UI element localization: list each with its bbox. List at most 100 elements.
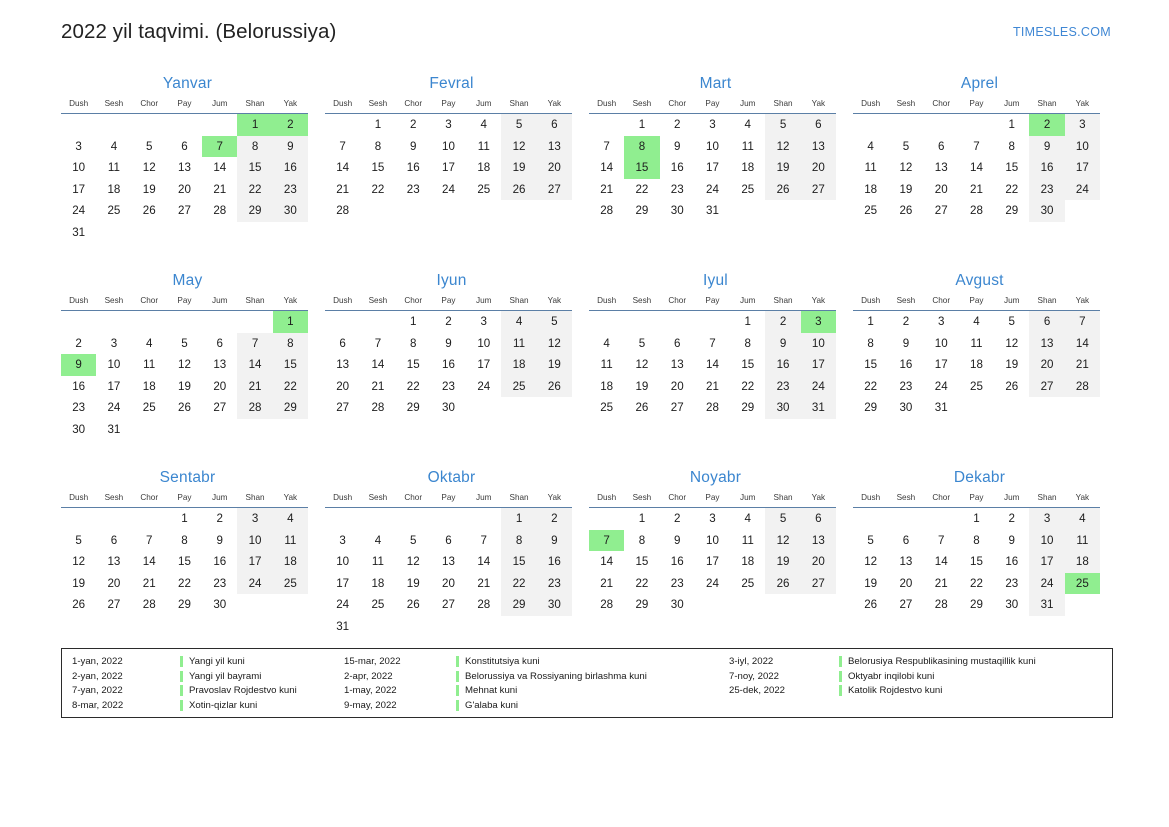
day-cell-yanvar-14[interactable]: 14 — [202, 157, 237, 179]
day-cell-fevral-24[interactable]: 24 — [431, 179, 466, 201]
day-cell-fevral-7[interactable]: 7 — [325, 136, 360, 158]
day-cell-oktabr-31[interactable]: 31 — [325, 616, 360, 638]
day-cell-avgust-28[interactable]: 28 — [1064, 375, 1100, 397]
day-cell-mart-13[interactable]: 13 — [800, 135, 836, 157]
day-cell-aprel-7[interactable]: 7 — [959, 136, 994, 158]
day-cell-may-31[interactable]: 31 — [96, 419, 131, 441]
day-cell-aprel-1[interactable]: 1 — [994, 114, 1029, 136]
day-cell-iyul-9[interactable]: 9 — [765, 332, 801, 354]
day-cell-noyabr-12[interactable]: 12 — [765, 529, 801, 551]
day-cell-mart-1[interactable]: 1 — [624, 114, 659, 136]
day-cell-iyul-22[interactable]: 22 — [730, 376, 765, 398]
day-cell-oktabr-3[interactable]: 3 — [325, 530, 360, 552]
day-cell-noyabr-29[interactable]: 29 — [624, 594, 659, 616]
day-cell-dekabr-5[interactable]: 5 — [853, 530, 888, 552]
day-cell-iyul-8[interactable]: 8 — [730, 333, 765, 355]
day-cell-oktabr-30[interactable]: 30 — [536, 594, 572, 616]
day-cell-yanvar-30[interactable]: 30 — [272, 200, 308, 222]
day-cell-mart-26[interactable]: 26 — [765, 178, 801, 200]
day-cell-mart-19[interactable]: 19 — [765, 157, 801, 179]
day-cell-may-1[interactable]: 1 — [272, 310, 308, 333]
day-cell-avgust-11[interactable]: 11 — [959, 333, 994, 355]
day-cell-noyabr-4[interactable]: 4 — [730, 508, 765, 530]
day-cell-dekabr-12[interactable]: 12 — [853, 551, 888, 573]
day-cell-sentabr-30[interactable]: 30 — [202, 594, 237, 616]
day-cell-dekabr-1[interactable]: 1 — [959, 508, 994, 530]
day-cell-iyun-19[interactable]: 19 — [536, 354, 572, 376]
day-cell-iyul-7[interactable]: 7 — [695, 333, 730, 355]
day-cell-yanvar-11[interactable]: 11 — [96, 157, 131, 179]
day-cell-iyul-29[interactable]: 29 — [730, 397, 765, 419]
day-cell-dekabr-21[interactable]: 21 — [924, 573, 959, 595]
day-cell-avgust-20[interactable]: 20 — [1029, 354, 1065, 376]
day-cell-oktabr-28[interactable]: 28 — [466, 594, 501, 616]
day-cell-noyabr-3[interactable]: 3 — [695, 508, 730, 530]
day-cell-may-21[interactable]: 21 — [237, 375, 273, 397]
day-cell-mart-8[interactable]: 8 — [624, 135, 660, 157]
day-cell-iyul-30[interactable]: 30 — [765, 397, 801, 419]
day-cell-mart-2[interactable]: 2 — [660, 114, 695, 136]
day-cell-mart-10[interactable]: 10 — [695, 136, 730, 158]
day-cell-iyun-11[interactable]: 11 — [501, 332, 537, 354]
day-cell-avgust-22[interactable]: 22 — [853, 376, 888, 398]
day-cell-may-20[interactable]: 20 — [202, 376, 237, 398]
day-cell-fevral-12[interactable]: 12 — [501, 135, 537, 157]
day-cell-sentabr-29[interactable]: 29 — [167, 594, 202, 616]
day-cell-oktabr-4[interactable]: 4 — [360, 530, 395, 552]
day-cell-aprel-29[interactable]: 29 — [994, 200, 1029, 222]
day-cell-mart-18[interactable]: 18 — [730, 157, 765, 179]
day-cell-sentabr-20[interactable]: 20 — [96, 573, 131, 595]
day-cell-avgust-31[interactable]: 31 — [924, 397, 959, 419]
day-cell-iyun-27[interactable]: 27 — [325, 397, 360, 419]
day-cell-mart-29[interactable]: 29 — [624, 200, 659, 222]
day-cell-fevral-26[interactable]: 26 — [501, 178, 537, 200]
day-cell-iyul-19[interactable]: 19 — [624, 376, 659, 398]
day-cell-sentabr-9[interactable]: 9 — [202, 530, 237, 552]
day-cell-yanvar-17[interactable]: 17 — [61, 179, 96, 201]
day-cell-oktabr-18[interactable]: 18 — [360, 573, 395, 595]
day-cell-avgust-1[interactable]: 1 — [853, 311, 888, 333]
day-cell-noyabr-27[interactable]: 27 — [800, 572, 836, 594]
day-cell-yanvar-20[interactable]: 20 — [167, 179, 202, 201]
day-cell-may-4[interactable]: 4 — [132, 333, 167, 355]
day-cell-fevral-16[interactable]: 16 — [396, 157, 431, 179]
day-cell-yanvar-3[interactable]: 3 — [61, 136, 96, 158]
day-cell-sentabr-12[interactable]: 12 — [61, 551, 96, 573]
day-cell-iyul-2[interactable]: 2 — [765, 310, 801, 333]
day-cell-avgust-27[interactable]: 27 — [1029, 375, 1065, 397]
day-cell-avgust-3[interactable]: 3 — [924, 311, 959, 333]
day-cell-avgust-29[interactable]: 29 — [853, 397, 888, 419]
day-cell-avgust-15[interactable]: 15 — [853, 354, 888, 376]
day-cell-dekabr-17[interactable]: 17 — [1029, 551, 1065, 573]
day-cell-avgust-16[interactable]: 16 — [888, 354, 923, 376]
day-cell-fevral-23[interactable]: 23 — [396, 179, 431, 201]
day-cell-iyun-2[interactable]: 2 — [431, 311, 466, 333]
day-cell-aprel-25[interactable]: 25 — [853, 200, 888, 222]
day-cell-iyul-10[interactable]: 10 — [800, 332, 836, 354]
day-cell-iyun-23[interactable]: 23 — [431, 376, 466, 398]
day-cell-oktabr-1[interactable]: 1 — [501, 507, 537, 530]
day-cell-aprel-11[interactable]: 11 — [853, 157, 888, 179]
day-cell-iyul-4[interactable]: 4 — [589, 333, 624, 355]
day-cell-dekabr-11[interactable]: 11 — [1064, 529, 1100, 551]
day-cell-sentabr-14[interactable]: 14 — [132, 551, 167, 573]
day-cell-iyul-18[interactable]: 18 — [589, 376, 624, 398]
day-cell-sentabr-3[interactable]: 3 — [237, 507, 273, 530]
day-cell-iyun-21[interactable]: 21 — [360, 376, 395, 398]
day-cell-dekabr-13[interactable]: 13 — [888, 551, 923, 573]
day-cell-noyabr-2[interactable]: 2 — [660, 508, 695, 530]
day-cell-mart-17[interactable]: 17 — [695, 157, 730, 179]
day-cell-fevral-11[interactable]: 11 — [466, 136, 501, 158]
day-cell-avgust-4[interactable]: 4 — [959, 311, 994, 333]
day-cell-yanvar-6[interactable]: 6 — [167, 136, 202, 158]
day-cell-sentabr-26[interactable]: 26 — [61, 594, 96, 616]
day-cell-iyun-26[interactable]: 26 — [536, 375, 572, 397]
day-cell-iyun-6[interactable]: 6 — [325, 333, 360, 355]
day-cell-iyul-25[interactable]: 25 — [589, 397, 624, 419]
day-cell-aprel-24[interactable]: 24 — [1064, 178, 1100, 200]
day-cell-yanvar-26[interactable]: 26 — [132, 200, 167, 222]
day-cell-fevral-18[interactable]: 18 — [466, 157, 501, 179]
day-cell-noyabr-26[interactable]: 26 — [765, 572, 801, 594]
day-cell-iyul-5[interactable]: 5 — [624, 333, 659, 355]
day-cell-fevral-10[interactable]: 10 — [431, 136, 466, 158]
